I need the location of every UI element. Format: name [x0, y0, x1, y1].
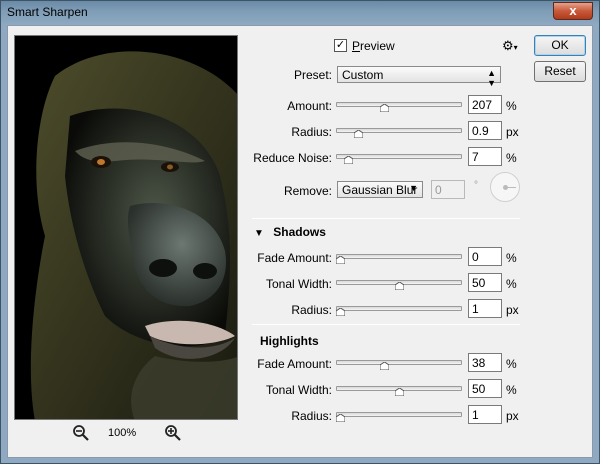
shadows-tonal-width-input[interactable] — [468, 273, 502, 292]
reduce-noise-slider[interactable] — [336, 148, 462, 164]
divider — [252, 324, 520, 325]
shadows-radius-label: Radius: — [291, 303, 332, 317]
zoom-out-icon[interactable] — [72, 424, 90, 442]
title-bar[interactable]: Smart Sharpen x — [1, 1, 599, 25]
window-title: Smart Sharpen — [7, 5, 88, 19]
highlights-fade-amount-label: Fade Amount: — [257, 357, 332, 371]
highlights-radius-slider[interactable] — [336, 406, 462, 422]
ok-button[interactable]: OK — [534, 35, 586, 56]
gorilla-photo — [15, 36, 237, 419]
zoom-level: 100% — [108, 427, 137, 439]
shadows-fade-amount-input[interactable] — [468, 247, 502, 266]
preview-label: Preview — [352, 39, 395, 53]
shadows-tonal-width-label: Tonal Width: — [265, 277, 332, 291]
preset-label: Preset: — [293, 68, 332, 82]
highlights-fade-amount-input[interactable] — [468, 353, 502, 372]
preset-value: Custom — [342, 68, 384, 82]
preview-image[interactable] — [14, 35, 238, 420]
highlights-tonal-width-slider[interactable] — [336, 380, 462, 396]
radius-slider[interactable] — [336, 122, 462, 138]
dropdown-arrows-icon: ▲ ▼ — [487, 68, 496, 88]
close-button[interactable]: x — [553, 2, 593, 20]
remove-value: Gaussian Blur — [342, 183, 418, 197]
angle-input[interactable] — [431, 180, 465, 199]
reduce-noise-label: Reduce Noise: — [253, 151, 332, 165]
highlights-radius-unit: px — [506, 409, 519, 423]
shadows-tonal-width-unit: % — [506, 277, 517, 291]
highlights-radius-label: Radius: — [291, 409, 332, 423]
shadows-radius-input[interactable] — [468, 299, 502, 318]
remove-label: Remove: — [283, 184, 332, 198]
radius-input[interactable] — [468, 121, 502, 140]
highlights-fade-amount-slider[interactable] — [336, 354, 462, 370]
highlights-tonal-width-label: Tonal Width: — [265, 383, 332, 397]
amount-slider[interactable] — [336, 96, 462, 112]
angle-unit: ° — [474, 180, 478, 191]
highlights-radius-input[interactable] — [468, 405, 502, 424]
smart-sharpen-dialog: Smart Sharpen x 100% ✓ Preview ⚙▾ OK Res… — [0, 0, 600, 464]
amount-label: Amount: — [287, 99, 332, 113]
radius-unit: px — [506, 125, 519, 139]
shadows-fade-amount-unit: % — [506, 251, 517, 265]
shadows-radius-unit: px — [506, 303, 519, 317]
highlights-fade-amount-unit: % — [506, 357, 517, 371]
shadows-tonal-width-slider[interactable] — [336, 274, 462, 290]
divider — [252, 218, 520, 219]
gear-icon[interactable]: ⚙▾ — [502, 38, 518, 54]
zoom-in-icon[interactable] — [164, 424, 182, 442]
zoom-controls: 100% — [72, 424, 182, 444]
shadows-header[interactable]: ▼ Shadows — [254, 225, 326, 239]
triangle-down-icon: ▼ — [254, 228, 264, 239]
preview-checkbox[interactable]: ✓ — [334, 39, 347, 52]
reset-button[interactable]: Reset — [534, 61, 586, 82]
amount-input[interactable] — [468, 95, 502, 114]
reduce-noise-unit: % — [506, 151, 517, 165]
dialog-body: 100% ✓ Preview ⚙▾ OK Reset Preset: Custo… — [7, 25, 593, 458]
shadows-fade-amount-label: Fade Amount: — [257, 251, 332, 265]
preset-select[interactable]: Custom ▲ ▼ — [337, 66, 501, 88]
highlights-tonal-width-unit: % — [506, 383, 517, 397]
reduce-noise-input[interactable] — [468, 147, 502, 166]
angle-dial[interactable] — [490, 172, 520, 202]
shadows-fade-amount-slider[interactable] — [336, 248, 462, 264]
highlights-tonal-width-input[interactable] — [468, 379, 502, 398]
shadows-title: Shadows — [273, 225, 326, 239]
radius-label: Radius: — [291, 125, 332, 139]
amount-unit: % — [506, 99, 517, 113]
remove-select[interactable]: Gaussian Blur ▼ — [337, 181, 423, 198]
shadows-radius-slider[interactable] — [336, 300, 462, 316]
highlights-title: Highlights — [260, 334, 319, 348]
dropdown-arrows-icon: ▼ — [409, 183, 418, 193]
